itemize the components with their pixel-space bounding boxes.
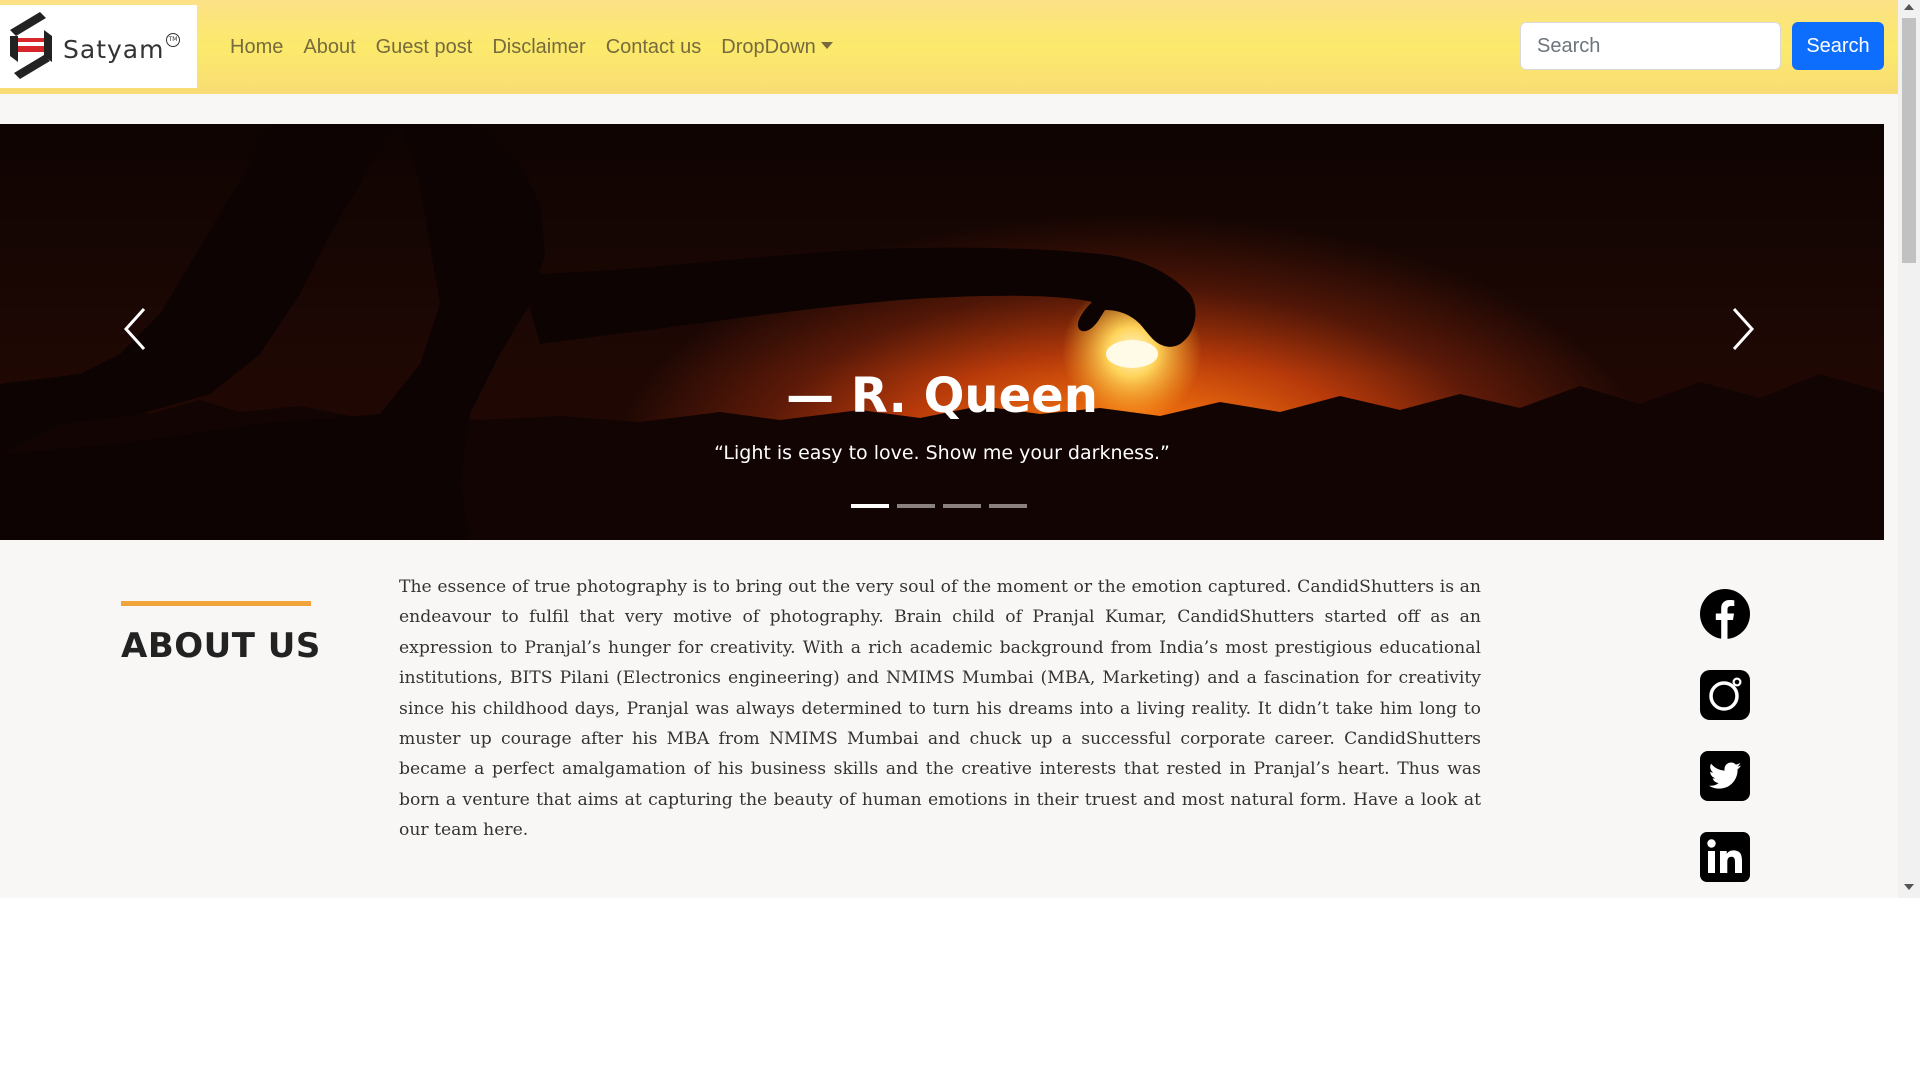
carousel-next-button[interactable] — [1712, 294, 1772, 364]
search-input[interactable] — [1520, 22, 1781, 70]
about-paragraph: The essence of true photography is to br… — [399, 577, 1481, 841]
carousel-slide-image — [0, 124, 1884, 540]
carousel-indicator-3[interactable] — [943, 504, 981, 508]
nav-link-about[interactable]: About — [293, 36, 365, 59]
facebook-icon — [1700, 589, 1750, 639]
nav-link-contact-us[interactable]: Contact us — [596, 36, 712, 59]
brand-logo[interactable]: Satyam TM — [0, 5, 197, 88]
logo-text: Satyam — [63, 35, 165, 64]
carousel-prev-button[interactable] — [108, 294, 168, 364]
twitter-icon — [1700, 751, 1750, 801]
page-viewport: Satyam TM Home About Guest post Disclaim… — [0, 0, 1920, 898]
nav-link-guest-post[interactable]: Guest post — [366, 36, 483, 59]
chevron-right-icon — [1732, 307, 1755, 351]
chevron-left-icon — [123, 307, 146, 351]
linkedin-link[interactable] — [1700, 832, 1750, 882]
scrollbar-thumb[interactable] — [1902, 18, 1916, 263]
hero-carousel: — R. Queen “Light is easy to love. Show … — [0, 124, 1884, 540]
search-button[interactable]: Search — [1792, 22, 1884, 70]
logo-mark-icon — [10, 12, 52, 79]
page-scrollbar[interactable] — [1898, 0, 1920, 898]
nav-link-home[interactable]: Home — [220, 36, 293, 59]
nav-link-disclaimer[interactable]: Disclaimer — [482, 36, 595, 59]
about-heading: ABOUT US — [121, 626, 321, 666]
nav-dropdown-label: DropDown — [721, 35, 816, 58]
carousel-indicator-4[interactable] — [989, 504, 1027, 508]
scroll-down-arrow-icon[interactable] — [1904, 884, 1914, 890]
instagram-icon — [1700, 670, 1750, 720]
twitter-link[interactable] — [1700, 751, 1750, 801]
caret-down-icon — [820, 41, 833, 49]
carousel-caption-title: — R. Queen — [786, 368, 1098, 424]
facebook-link[interactable] — [1700, 589, 1750, 639]
scroll-up-arrow-icon[interactable] — [1904, 4, 1914, 10]
carousel-indicators — [851, 504, 1027, 508]
carousel-indicator-2[interactable] — [897, 504, 935, 508]
carousel-indicator-1[interactable] — [851, 504, 889, 508]
about-heading-rule — [121, 601, 311, 606]
top-navbar: Satyam TM Home About Guest post Disclaim… — [0, 0, 1898, 94]
linkedin-icon — [1700, 832, 1750, 882]
logo-trademark: TM — [166, 33, 180, 47]
nav-links: Home About Guest post Disclaimer Contact… — [220, 0, 843, 94]
instagram-link[interactable] — [1700, 670, 1750, 720]
nav-dropdown-toggle[interactable]: DropDown — [711, 36, 842, 59]
carousel-caption-text: “Light is easy to love. Show me your dar… — [714, 442, 1170, 464]
